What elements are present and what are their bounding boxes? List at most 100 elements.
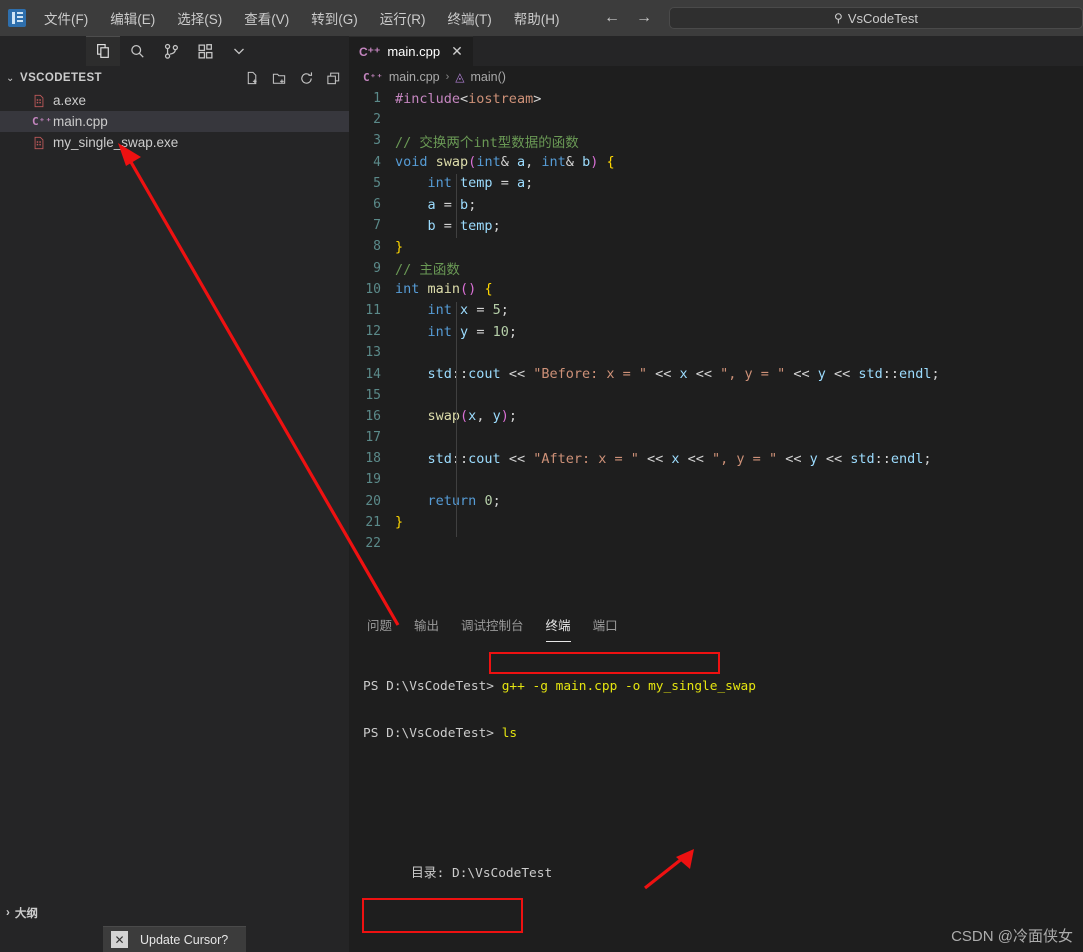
file-label-main-cpp: main.cpp	[53, 114, 108, 129]
quick-search-value: VsCodeTest	[847, 10, 918, 26]
refresh-button[interactable]	[299, 71, 314, 86]
activity-more[interactable]	[222, 36, 256, 66]
chevron-down-icon[interactable]: ⌄	[6, 73, 20, 84]
code-line-text: int x = 5;	[427, 302, 509, 319]
editor-area: C⁺⁺ main.cpp ✕ C⁺⁺ main.cpp › ◬ main() 1…	[349, 36, 1083, 608]
code-line: 3 // 交换两个int型数据的函数	[349, 130, 1083, 151]
code-line-text: void swap(int& a, int& b) {	[395, 154, 615, 171]
terminal-prompt: PS D:\VsCodeTest>	[363, 679, 494, 695]
tab-main-cpp[interactable]: C⁺⁺ main.cpp ✕	[349, 36, 473, 66]
line-number: 3	[373, 133, 381, 149]
code-line: 8}	[349, 236, 1083, 257]
bottom-panel: 问题 输出 调试控制台 终端 端口 PS D:\VsCodeTest> g++ …	[349, 608, 1083, 952]
forward-arrow-icon[interactable]: →	[631, 0, 657, 36]
list-item[interactable]: my_single_swap.exe	[0, 132, 349, 153]
outline-section-header[interactable]: › 大纲	[0, 900, 349, 926]
activity-search[interactable]	[120, 36, 154, 66]
menu-selection[interactable]: 选择(S)	[173, 4, 226, 32]
cpp-file-icon: C⁺⁺	[32, 114, 52, 128]
title-bar: 文件(F) 编辑(E) 选择(S) 查看(V) 转到(G) 运行(R) 终端(T…	[0, 0, 1083, 36]
menu-help[interactable]: 帮助(H)	[510, 4, 564, 32]
collapse-all-button[interactable]	[326, 71, 341, 86]
code-line: 10 int main() {	[349, 279, 1083, 300]
quick-search-input[interactable]: ⚲ VsCodeTest	[669, 7, 1083, 29]
code-line-text: std::cout << "After: x = " << x << ", y …	[427, 450, 932, 467]
code-line-text: int temp = a;	[427, 175, 534, 192]
code-line: 13	[349, 342, 1083, 363]
explorer-folder-name: VSCODETEST	[20, 72, 102, 84]
code-line: 16 swap(x, y);	[349, 406, 1083, 427]
code-line-text: // 交换两个int型数据的函数	[395, 134, 579, 151]
vscode-window: 文件(F) 编辑(E) 选择(S) 查看(V) 转到(G) 运行(R) 终端(T…	[0, 0, 1083, 952]
line-number: 20	[365, 493, 381, 509]
menu-file[interactable]: 文件(F)	[40, 4, 92, 32]
close-icon[interactable]: ✕	[111, 931, 128, 948]
line-number: 19	[365, 472, 381, 488]
menu-terminal[interactable]: 终端(T)	[444, 4, 496, 32]
tab-problems[interactable]: 问题	[367, 609, 392, 642]
code-line: 18 std::cout << "After: x = " << x << ",…	[349, 448, 1083, 469]
tab-terminal[interactable]: 终端	[545, 609, 571, 642]
code-line: 2	[349, 109, 1083, 130]
code-editor[interactable]: 1 #include<iostream> 2 3// 交换两个int型数据的函数 …	[349, 88, 1083, 608]
line-number: 4	[373, 154, 381, 170]
code-line: 15	[349, 385, 1083, 406]
notification-label: Update Cursor?	[140, 932, 229, 947]
line-number: 6	[373, 197, 381, 213]
code-line: 22	[349, 533, 1083, 554]
file-label-my-single-swap-exe: my_single_swap.exe	[53, 135, 179, 150]
list-item[interactable]: C⁺⁺ main.cpp	[0, 111, 349, 132]
line-number: 22	[365, 536, 381, 552]
activity-bar	[0, 36, 349, 66]
menu-view[interactable]: 查看(V)	[240, 4, 293, 32]
code-line-text: a = b;	[427, 196, 477, 213]
line-number: 10	[365, 281, 381, 297]
breadcrumb-file[interactable]: main.cpp	[389, 70, 440, 84]
panel-tab-strip: 问题 输出 调试控制台 终端 端口	[349, 608, 1083, 642]
breadcrumb: C⁺⁺ main.cpp › ◬ main()	[349, 66, 1083, 88]
binary-file-icon	[32, 94, 46, 108]
code-line: 7 b = temp;	[349, 215, 1083, 236]
menu-go[interactable]: 转到(G)	[307, 4, 362, 32]
activity-source-control[interactable]	[154, 36, 188, 66]
explorer-sidebar: ⌄ VSCODETEST a.exe C⁺⁺ main.cpp my_singl…	[0, 66, 349, 926]
code-line: 9 // 主函数	[349, 258, 1083, 279]
terminal-command-compile: g++ -g main.cpp -o my_single_swap	[501, 679, 756, 695]
breadcrumb-symbol[interactable]: main()	[471, 70, 506, 84]
back-arrow-icon[interactable]: ←	[599, 0, 625, 36]
line-number: 14	[365, 366, 381, 382]
menu-bar: 文件(F) 编辑(E) 选择(S) 查看(V) 转到(G) 运行(R) 终端(T…	[40, 4, 564, 32]
code-line-text: b = temp;	[427, 217, 501, 234]
terminal-dir-header: 目录: D:\VsCodeTest	[411, 866, 553, 882]
cpp-file-icon: C⁺⁺	[363, 70, 383, 84]
breadcrumb-separator: ›	[445, 71, 450, 83]
code-line-text: }	[395, 238, 404, 255]
search-icon: ⚲	[834, 11, 843, 25]
binary-file-icon	[32, 136, 46, 150]
line-number: 12	[365, 324, 381, 340]
terminal-output[interactable]: PS D:\VsCodeTest> g++ -g main.cpp -o my_…	[349, 642, 1083, 952]
vscode-logo-icon	[8, 9, 26, 27]
terminal-line: PS D:\VsCodeTest> g++ -g main.cpp -o my_…	[363, 679, 1083, 695]
code-line-text: }	[395, 514, 404, 531]
tab-output[interactable]: 输出	[414, 609, 439, 642]
list-item[interactable]: a.exe	[0, 90, 349, 111]
line-number: 9	[373, 260, 381, 276]
explorer-folder-header[interactable]: ⌄ VSCODETEST	[0, 66, 349, 90]
menu-edit[interactable]: 编辑(E)	[106, 4, 159, 32]
new-folder-button[interactable]	[272, 71, 287, 86]
tab-ports[interactable]: 端口	[593, 609, 618, 642]
code-line: 4 void swap(int& a, int& b) {	[349, 152, 1083, 173]
tab-debug-console[interactable]: 调试控制台	[461, 609, 524, 642]
new-file-button[interactable]	[245, 71, 260, 86]
line-number: 1	[373, 91, 381, 107]
line-number: 21	[365, 514, 381, 530]
terminal-command-ls: ls	[501, 725, 518, 741]
menu-run[interactable]: 运行(R)	[376, 4, 430, 32]
notification-update-cursor[interactable]: ✕ Update Cursor?	[103, 926, 246, 952]
explorer-actions	[245, 71, 341, 86]
activity-explorer[interactable]	[86, 36, 120, 66]
close-icon[interactable]: ✕	[451, 43, 463, 60]
activity-extensions[interactable]	[188, 36, 222, 66]
code-line: 11 int x = 5;	[349, 300, 1083, 321]
